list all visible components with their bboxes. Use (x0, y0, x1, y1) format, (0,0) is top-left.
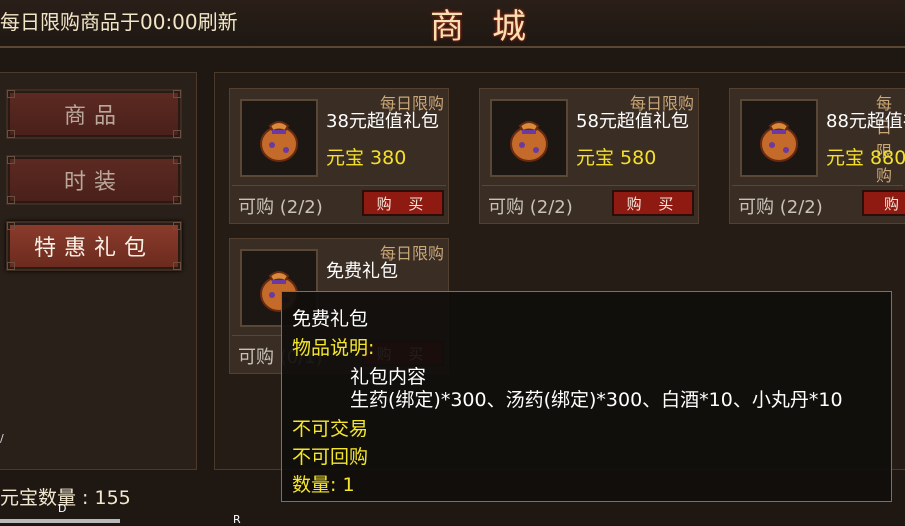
item-stock: 可购 (2/2) (238, 197, 323, 218)
key-hint-r: R (233, 513, 241, 526)
item-stock: 可购 (2/2) (488, 197, 573, 218)
item-name: 88元超值礼包 (826, 111, 905, 132)
item-name: 免费礼包 (326, 261, 398, 282)
buy-button[interactable]: 购 买 (362, 190, 444, 216)
item-slot[interactable] (490, 99, 568, 177)
item-price: 元宝 380 (326, 147, 407, 169)
tab-fashion[interactable]: 时装 (6, 155, 182, 205)
key-hint-d: D (58, 502, 67, 515)
tab-special-packs-label: 特惠礼包 (33, 236, 154, 261)
item-price: 元宝 580 (576, 147, 657, 169)
tab-special-packs[interactable]: 特惠礼包 (6, 221, 182, 271)
tab-fashion-label: 时装 (63, 170, 124, 195)
daily-limit-label: 每日限购 (876, 94, 893, 185)
shop-item-card: 每日限购 38元超值礼包 元宝 380 可购 (2/2) 购 买 (229, 88, 449, 224)
tab-goods-label: 商品 (63, 104, 124, 129)
scrollbar[interactable] (0, 519, 120, 523)
item-slot[interactable] (740, 99, 818, 177)
gift-bag-icon (260, 121, 298, 162)
buy-button[interactable]: 购 买 (612, 190, 694, 216)
gift-bag-icon (510, 121, 548, 162)
tooltip-quantity: 数量: 1 (292, 474, 355, 496)
tab-goods[interactable]: 商品 (6, 89, 182, 139)
page-title: 商城 (430, 7, 554, 47)
item-stock: 可购 (2/2) (738, 197, 823, 218)
tooltip-no-buyback: 不可回购 (292, 446, 369, 468)
gift-bag-icon (760, 121, 798, 162)
tooltip-desc-title: 物品说明: (292, 337, 375, 359)
shop-item-card: 每日限购 58元超值礼包 元宝 580 可购 (2/2) 购 买 (479, 88, 699, 224)
item-tooltip: 免费礼包 物品说明: 礼包内容 生药(绑定)*300、汤药(绑定)*300、白酒… (281, 291, 892, 502)
refresh-notice: 每日限购商品于00:00刷新 (0, 10, 238, 34)
item-price: 元宝 880 (826, 147, 905, 169)
tooltip-content: 生药(绑定)*300、汤药(绑定)*300、白酒*10、小丸丹*10 (350, 389, 843, 411)
category-sidebar: 商品 时装 特惠礼包 (0, 72, 197, 470)
tooltip-item-name: 免费礼包 (292, 308, 369, 330)
shop-item-card: 每日限购 88元超值礼包 元宝 880 可购 (2/2) 购 买 (729, 88, 905, 224)
edge-mark: / (0, 432, 4, 445)
item-name: 58元超值礼包 (576, 111, 689, 132)
top-bar: 每日限购商品于00:00刷新 商城 (0, 0, 905, 48)
item-name: 38元超值礼包 (326, 111, 439, 132)
buy-button[interactable]: 购 买 (862, 190, 905, 216)
item-slot[interactable] (240, 99, 318, 177)
tooltip-no-trade: 不可交易 (292, 418, 369, 440)
